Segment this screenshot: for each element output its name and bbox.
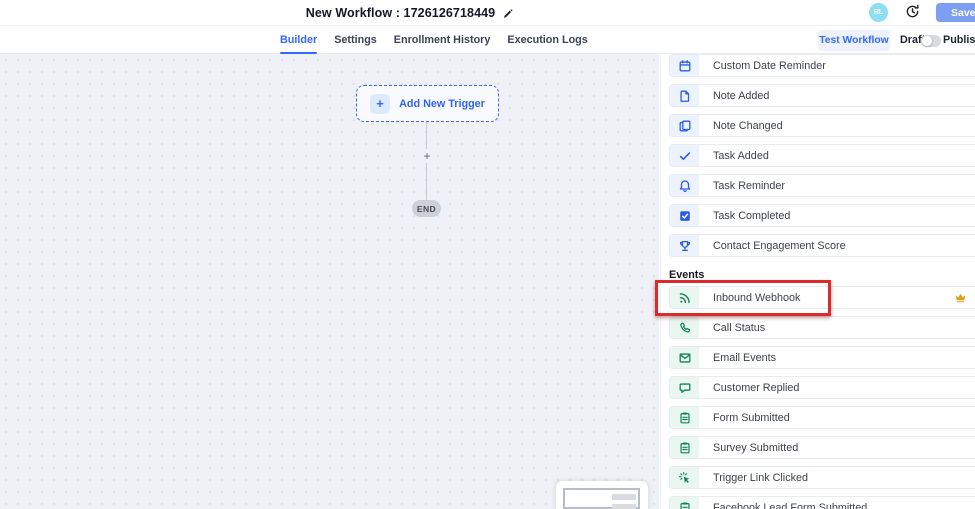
add-trigger-label: Add New Trigger	[399, 98, 485, 110]
trigger-item-task-completed[interactable]: Task Completed	[669, 204, 975, 227]
trigger-item-label: Facebook Lead Form Submitted	[699, 502, 867, 509]
trigger-item-label: Note Added	[699, 90, 769, 102]
trigger-item-customer-replied[interactable]: Customer Replied	[669, 376, 975, 399]
trigger-picker-sidebar: Custom Date Reminder Note Added Note Chang…	[660, 54, 975, 509]
edit-title-pencil-icon[interactable]	[503, 8, 514, 19]
add-step-plus-icon[interactable]: +	[420, 149, 434, 163]
trigger-item-label: Task Added	[699, 150, 769, 162]
trigger-item-label: Contact Engagement Score	[699, 240, 846, 252]
trigger-item-label: Form Submitted	[699, 412, 790, 424]
tab-builder[interactable]: Builder	[280, 26, 317, 54]
saved-button[interactable]: Saved	[936, 3, 975, 22]
trigger-item-label: Inbound Webhook	[699, 292, 800, 304]
check-icon	[670, 145, 699, 166]
workflow-title-wrap: New Workflow : 1726126718449	[306, 0, 514, 26]
cursor-click-icon	[670, 467, 699, 488]
trigger-item-facebook-lead-form-submitted[interactable]: Facebook Lead Form Submitted	[669, 496, 975, 509]
trigger-item-task-added[interactable]: Task Added	[669, 144, 975, 167]
toggle-knob	[922, 36, 932, 46]
minimap-bar	[612, 504, 636, 509]
trophy-icon	[670, 235, 699, 256]
trigger-item-trigger-link-clicked[interactable]: Trigger Link Clicked	[669, 466, 975, 489]
minimap-bar	[612, 494, 636, 500]
minimap-viewport	[563, 488, 640, 509]
trigger-item-contact-engagement-score[interactable]: Contact Engagement Score	[669, 234, 975, 257]
trigger-item-label: Trigger Link Clicked	[699, 472, 808, 484]
trigger-item-email-events[interactable]: Email Events	[669, 346, 975, 369]
trigger-item-call-status[interactable]: Call Status	[669, 316, 975, 339]
clipboard-icon	[670, 407, 699, 428]
tab-enrollment-history[interactable]: Enrollment History	[394, 26, 491, 54]
calendar-icon	[670, 55, 699, 76]
phone-icon	[670, 317, 699, 338]
clipboard-icon	[670, 437, 699, 458]
tab-bar: Builder Settings Enrollment History Executi…	[0, 26, 975, 54]
trigger-item-survey-submitted[interactable]: Survey Submitted	[669, 436, 975, 459]
webhook-icon	[670, 287, 699, 308]
publish-label: Publish	[943, 26, 975, 54]
avatar[interactable]: RL	[869, 3, 888, 22]
minimap-panel[interactable]	[556, 481, 648, 509]
trigger-item-label: Email Events	[699, 352, 776, 364]
tab-settings[interactable]: Settings	[334, 26, 377, 54]
page-title: New Workflow : 1726126718449	[306, 6, 495, 20]
add-new-trigger-button[interactable]: + Add New Trigger	[356, 85, 499, 122]
email-icon	[670, 347, 699, 368]
note-changed-icon	[670, 115, 699, 136]
crown-icon	[954, 291, 967, 304]
task-completed-icon	[670, 205, 699, 226]
workflow-tabs: Builder Settings Enrollment History Executi…	[280, 26, 588, 54]
chat-icon	[670, 377, 699, 398]
trigger-item-label: Task Completed	[699, 210, 790, 222]
bell-icon	[670, 175, 699, 196]
trigger-item-task-reminder[interactable]: Task Reminder	[669, 174, 975, 197]
trigger-item-note-added[interactable]: Note Added	[669, 84, 975, 107]
end-node: END	[412, 200, 441, 217]
plus-icon: +	[370, 94, 390, 114]
test-workflow-button[interactable]: Test Workflow	[818, 30, 890, 51]
trigger-item-label: Survey Submitted	[699, 442, 798, 454]
trigger-item-label: Task Reminder	[699, 180, 785, 192]
top-header: New Workflow : 1726126718449 RL Saved	[0, 0, 975, 26]
sidebar-section-header: Events	[661, 264, 975, 286]
trigger-item-label: Note Changed	[699, 120, 783, 132]
trigger-item-inbound-webhook[interactable]: Inbound Webhook	[669, 286, 975, 309]
workflow-canvas[interactable]: + Add New Trigger + END	[0, 54, 659, 509]
history-icon[interactable]	[905, 4, 920, 19]
trigger-item-label: Call Status	[699, 322, 765, 334]
trigger-item-note-changed[interactable]: Note Changed	[669, 114, 975, 137]
trigger-item-form-submitted[interactable]: Form Submitted	[669, 406, 975, 429]
publish-toggle[interactable]	[921, 35, 941, 47]
note-icon	[670, 85, 699, 106]
trigger-item-label: Custom Date Reminder	[699, 60, 826, 72]
trigger-item-label: Customer Replied	[699, 382, 799, 394]
clipboard-icon	[670, 497, 699, 509]
trigger-item-custom-date-reminder[interactable]: Custom Date Reminder	[669, 54, 975, 77]
tab-execution-logs[interactable]: Execution Logs	[507, 26, 587, 54]
